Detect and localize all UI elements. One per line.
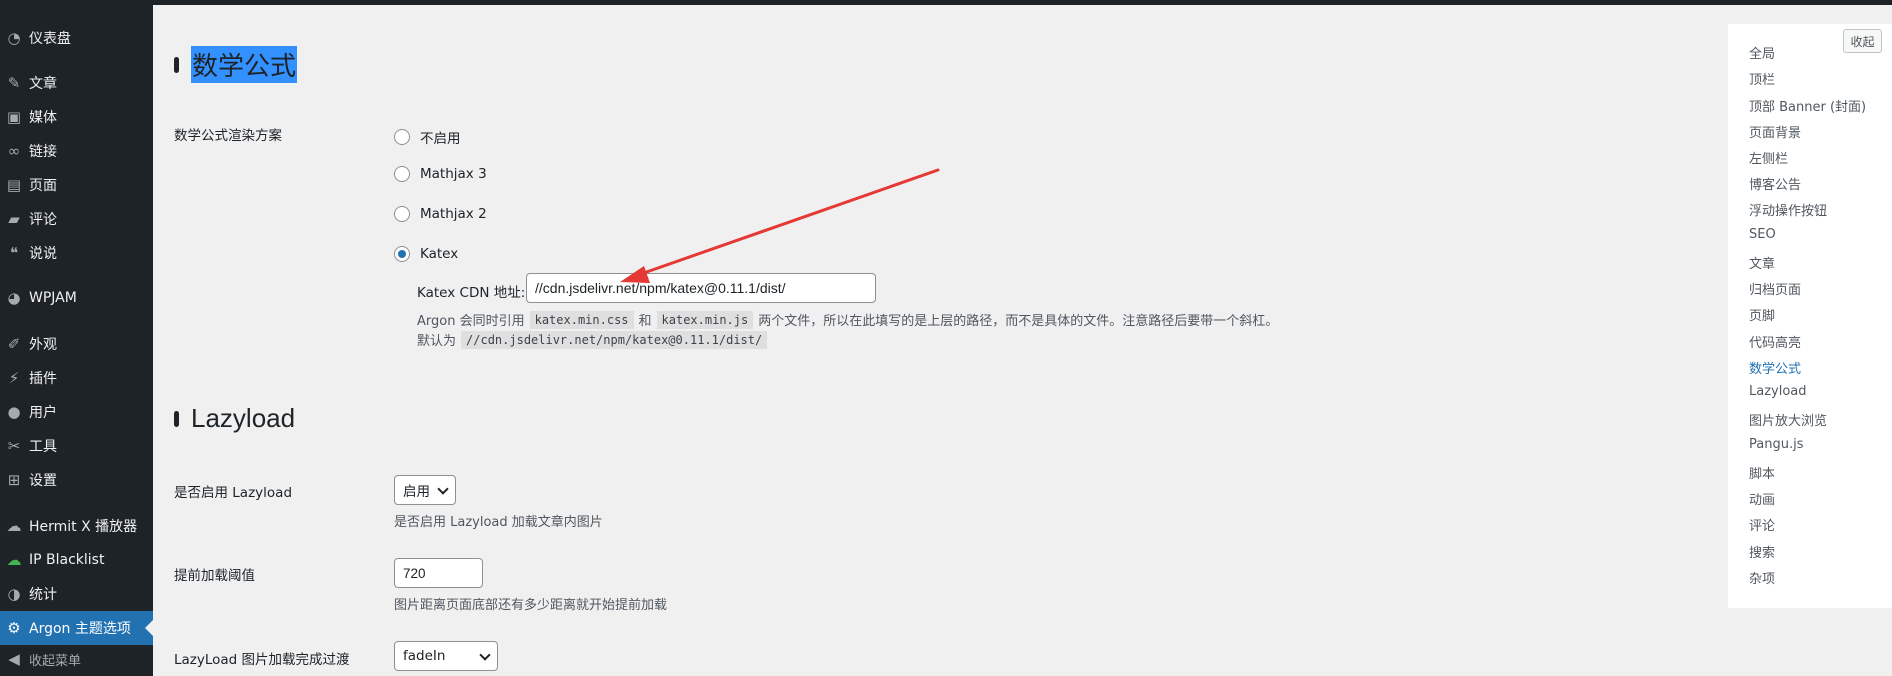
code-default-cdn: //cdn.jsdelivr.net/npm/katex@0.11.1/dist… bbox=[461, 330, 768, 349]
transition-select[interactable]: fadeIn bbox=[394, 641, 498, 671]
nav-left-sidebar[interactable]: 左侧栏 bbox=[1749, 148, 1788, 167]
code-katex-js: katex.min.js bbox=[656, 310, 754, 329]
sidebar-item-wpjam[interactable]: ◕ WPJAM bbox=[0, 281, 153, 315]
nav-footer[interactable]: 页脚 bbox=[1749, 305, 1775, 324]
user-icon: ● bbox=[7, 403, 21, 421]
nav-math[interactable]: 数学公式 bbox=[1749, 358, 1801, 377]
nav-topbar[interactable]: 顶栏 bbox=[1749, 69, 1775, 88]
sidebar-item-dashboard[interactable]: ◔ 仪表盘 bbox=[0, 21, 153, 55]
nav-lazyload[interactable]: Lazyload bbox=[1749, 384, 1807, 399]
nav-seo[interactable]: SEO bbox=[1749, 227, 1776, 242]
options-nav-panel: 全局 顶栏 顶部 Banner (封面) 页面背景 左侧栏 博客公告 浮动操作按… bbox=[1728, 24, 1892, 608]
transition-label: LazyLoad 图片加载完成过渡 bbox=[174, 652, 350, 668]
collapse-nav-button[interactable]: 收起 bbox=[1843, 29, 1882, 53]
math-render-label: 数学公式渲染方案 bbox=[174, 128, 282, 144]
nav-banner[interactable]: 顶部 Banner (封面) bbox=[1749, 96, 1866, 115]
radio-button-checked[interactable] bbox=[394, 246, 410, 262]
tools-icon: ✂ bbox=[7, 437, 21, 455]
sidebar-item-stats[interactable]: ◑ 统计 bbox=[0, 577, 153, 611]
radio-button[interactable] bbox=[394, 206, 410, 222]
quote-icon: ❝ bbox=[9, 244, 19, 262]
sidebar-item-shuoshuo[interactable]: ❝ 说说 bbox=[0, 236, 153, 270]
nav-page-background[interactable]: 页面背景 bbox=[1749, 122, 1801, 141]
radio-mathjax2[interactable]: Mathjax 2 bbox=[394, 206, 487, 222]
lazyload-section-heading: Lazyload bbox=[174, 403, 295, 434]
stats-icon: ◑ bbox=[7, 585, 21, 603]
settings-icon: ⊞ bbox=[7, 471, 21, 489]
katex-cdn-input[interactable] bbox=[526, 273, 876, 303]
sidebar-collapse-menu[interactable]: ◀ 收起菜单 bbox=[0, 642, 153, 676]
page-icon: ▤ bbox=[6, 176, 22, 194]
threshold-label: 提前加载阈值 bbox=[174, 568, 255, 584]
pin-icon: ✎ bbox=[7, 74, 21, 92]
heading-marker bbox=[174, 410, 179, 427]
katex-cdn-description: Argon 会同时引用 katex.min.css 和 katex.min.js… bbox=[417, 310, 1279, 329]
sidebar-item-pages[interactable]: ▤ 页面 bbox=[0, 168, 153, 202]
nav-posts[interactable]: 文章 bbox=[1749, 253, 1775, 272]
sidebar-item-comments[interactable]: ▰ 评论 bbox=[0, 202, 153, 236]
katex-cdn-label: Katex CDN 地址: bbox=[417, 285, 526, 301]
nav-search[interactable]: 搜索 bbox=[1749, 542, 1775, 561]
lazyload-enable-label: 是否启用 Lazyload bbox=[174, 485, 293, 501]
chevron-down-icon bbox=[437, 483, 449, 495]
plugin-icon: ⚡ bbox=[8, 369, 20, 387]
cloud-green-icon: ☁ bbox=[6, 551, 22, 569]
math-section-heading: 数学公式 bbox=[174, 46, 298, 83]
math-heading-text: 数学公式 bbox=[191, 46, 298, 83]
nav-misc[interactable]: 杂项 bbox=[1749, 568, 1775, 587]
annotation-arrow bbox=[620, 168, 940, 283]
sidebar-item-settings[interactable]: ⊞ 设置 bbox=[0, 463, 153, 497]
nav-image-zoom[interactable]: 图片放大浏览 bbox=[1749, 410, 1827, 429]
nav-announcement[interactable]: 博客公告 bbox=[1749, 174, 1801, 193]
radio-katex[interactable]: Katex bbox=[394, 246, 458, 262]
admin-sidebar: ◔ 仪表盘 ✎ 文章 ▣ 媒体 ∞ 链接 ▤ 页面 ▰ 评论 ❝ 说说 ◕ WPJAM ✐ 外观 … bbox=[0, 5, 153, 676]
sidebar-item-links[interactable]: ∞ 链接 bbox=[0, 134, 153, 168]
sidebar-item-users[interactable]: ● 用户 bbox=[0, 395, 153, 429]
link-icon: ∞ bbox=[7, 142, 21, 160]
chevron-down-icon bbox=[479, 649, 491, 661]
nav-animation[interactable]: 动画 bbox=[1749, 489, 1775, 508]
katex-cdn-default: 默认为 //cdn.jsdelivr.net/npm/katex@0.11.1/… bbox=[417, 330, 772, 349]
media-icon: ▣ bbox=[6, 108, 22, 126]
threshold-description: 图片距离页面底部还有多少距离就开始提前加载 bbox=[394, 598, 668, 613]
dashboard-icon: ◔ bbox=[7, 29, 21, 47]
lazyload-enable-select[interactable]: 启用 bbox=[394, 475, 456, 505]
sidebar-item-hermit-x[interactable]: ☁ Hermit X 播放器 bbox=[0, 509, 153, 543]
sidebar-item-tools[interactable]: ✂ 工具 bbox=[0, 429, 153, 463]
lazyload-heading-text: Lazyload bbox=[191, 403, 296, 433]
nav-scripts[interactable]: 脚本 bbox=[1749, 463, 1775, 482]
code-katex-css: katex.min.css bbox=[529, 310, 634, 329]
sidebar-item-plugins[interactable]: ⚡ 插件 bbox=[0, 361, 153, 395]
lazyload-enable-description: 是否启用 Lazyload 加载文章内图片 bbox=[394, 515, 603, 530]
admin-top-bar bbox=[0, 0, 1892, 5]
sidebar-item-ip-blacklist[interactable]: ☁ IP Blacklist bbox=[0, 543, 153, 577]
nav-comments[interactable]: 评论 bbox=[1749, 515, 1775, 534]
sidebar-item-media[interactable]: ▣ 媒体 bbox=[0, 100, 153, 134]
radio-button[interactable] bbox=[394, 129, 410, 145]
wpjam-icon: ◕ bbox=[7, 289, 21, 307]
sidebar-item-posts[interactable]: ✎ 文章 bbox=[0, 66, 153, 100]
radio-mathjax3[interactable]: Mathjax 3 bbox=[394, 166, 487, 182]
sidebar-item-appearance[interactable]: ✐ 外观 bbox=[0, 327, 153, 361]
nav-code-highlight[interactable]: 代码高亮 bbox=[1749, 332, 1801, 351]
heading-marker bbox=[174, 56, 179, 73]
collapse-menu-icon: ◀ bbox=[8, 650, 20, 668]
nav-global[interactable]: 全局 bbox=[1749, 43, 1775, 62]
threshold-input[interactable] bbox=[394, 558, 483, 588]
nav-archive[interactable]: 归档页面 bbox=[1749, 279, 1801, 298]
nav-floating-buttons[interactable]: 浮动操作按钮 bbox=[1749, 200, 1827, 219]
cloud-icon: ☁ bbox=[6, 517, 22, 535]
nav-pangu[interactable]: Pangu.js bbox=[1749, 437, 1803, 452]
comment-icon: ▰ bbox=[8, 210, 20, 228]
radio-button[interactable] bbox=[394, 166, 410, 182]
gear-icon: ⚙ bbox=[7, 619, 21, 637]
sidebar-item-argon-options[interactable]: ⚙ Argon 主题选项 bbox=[0, 611, 153, 645]
radio-disable[interactable]: 不启用 bbox=[394, 127, 461, 147]
appearance-icon: ✐ bbox=[7, 335, 21, 353]
